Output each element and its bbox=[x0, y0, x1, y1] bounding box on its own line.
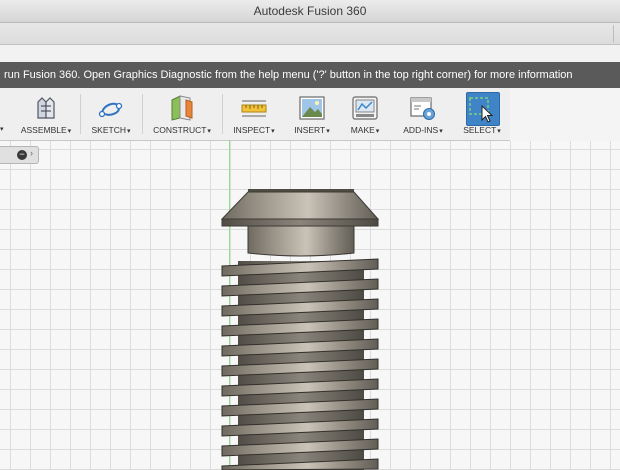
window-title: Autodesk Fusion 360 bbox=[253, 4, 367, 18]
insert-icon bbox=[299, 96, 325, 120]
toolbar-assemble[interactable]: ASSEMBLE▾ bbox=[14, 90, 78, 138]
dropdown-caret: ▾ bbox=[497, 128, 501, 135]
truncated-caret[interactable]: ▾ bbox=[0, 125, 4, 133]
make-icon bbox=[352, 96, 378, 120]
dropdown-caret: ▾ bbox=[207, 128, 211, 135]
toolbar-spacer bbox=[0, 45, 620, 62]
toolbar-inspect[interactable]: INSPECT▾ bbox=[226, 90, 282, 138]
assemble-icon bbox=[37, 97, 55, 119]
dropdown-caret: ▾ bbox=[375, 128, 380, 135]
screw-head bbox=[220, 189, 380, 227]
screw-threads bbox=[221, 258, 379, 470]
toolbar-label: ADD-INS bbox=[403, 125, 439, 135]
add-ins-icon bbox=[410, 97, 435, 120]
warning-text: run Fusion 360. Open Graphics Diagnostic… bbox=[4, 69, 573, 81]
graphics-warning-banner: run Fusion 360. Open Graphics Diagnostic… bbox=[0, 62, 620, 88]
toolbar-label: INSPECT bbox=[233, 125, 271, 135]
toolbar-construct[interactable]: CONSTRUCT▾ bbox=[146, 90, 218, 138]
toolbar-label: ASSEMBLE bbox=[20, 125, 67, 135]
toolbar-make[interactable]: MAKE▾ bbox=[342, 90, 388, 138]
dropdown-caret: ▾ bbox=[271, 128, 275, 135]
toolbar-label: MAKE bbox=[350, 125, 375, 135]
toolbar-add-ins[interactable]: ADD-INS▾ bbox=[392, 90, 454, 138]
toolbar-select[interactable]: SELECT▾ bbox=[458, 90, 506, 138]
construct-icon bbox=[171, 95, 193, 121]
inspect-icon bbox=[241, 100, 267, 117]
toolbar-divider bbox=[80, 94, 81, 134]
toolbar-label: INSERT bbox=[294, 125, 326, 135]
toolbar-divider bbox=[142, 94, 143, 134]
dropdown-caret: ▾ bbox=[326, 128, 330, 135]
toolbar-divider bbox=[222, 94, 223, 134]
sketch-icon bbox=[98, 102, 123, 118]
tab-strip bbox=[0, 23, 620, 45]
toolbar-label: CONSTRUCT bbox=[153, 125, 207, 135]
toolbar-sketch[interactable]: SKETCH▾ bbox=[84, 90, 138, 138]
screw-model[interactable] bbox=[0, 141, 620, 470]
screw-neck bbox=[247, 225, 355, 257]
toolbar-label: SELECT bbox=[463, 125, 497, 135]
select-icon bbox=[469, 97, 494, 123]
dropdown-caret: ▾ bbox=[67, 128, 72, 135]
toolbar-label: SKETCH bbox=[91, 125, 126, 135]
window-title-bar: Autodesk Fusion 360 bbox=[0, 0, 620, 23]
dropdown-caret: ▾ bbox=[439, 128, 443, 135]
dropdown-caret: ▾ bbox=[126, 128, 131, 135]
toolbar-insert[interactable]: INSERT▾ bbox=[286, 90, 338, 138]
main-toolbar: ▾ ASSEMBLE▾ SKETCH▾ CONSTRUCT▾ INSPECT▾ … bbox=[0, 88, 510, 141]
